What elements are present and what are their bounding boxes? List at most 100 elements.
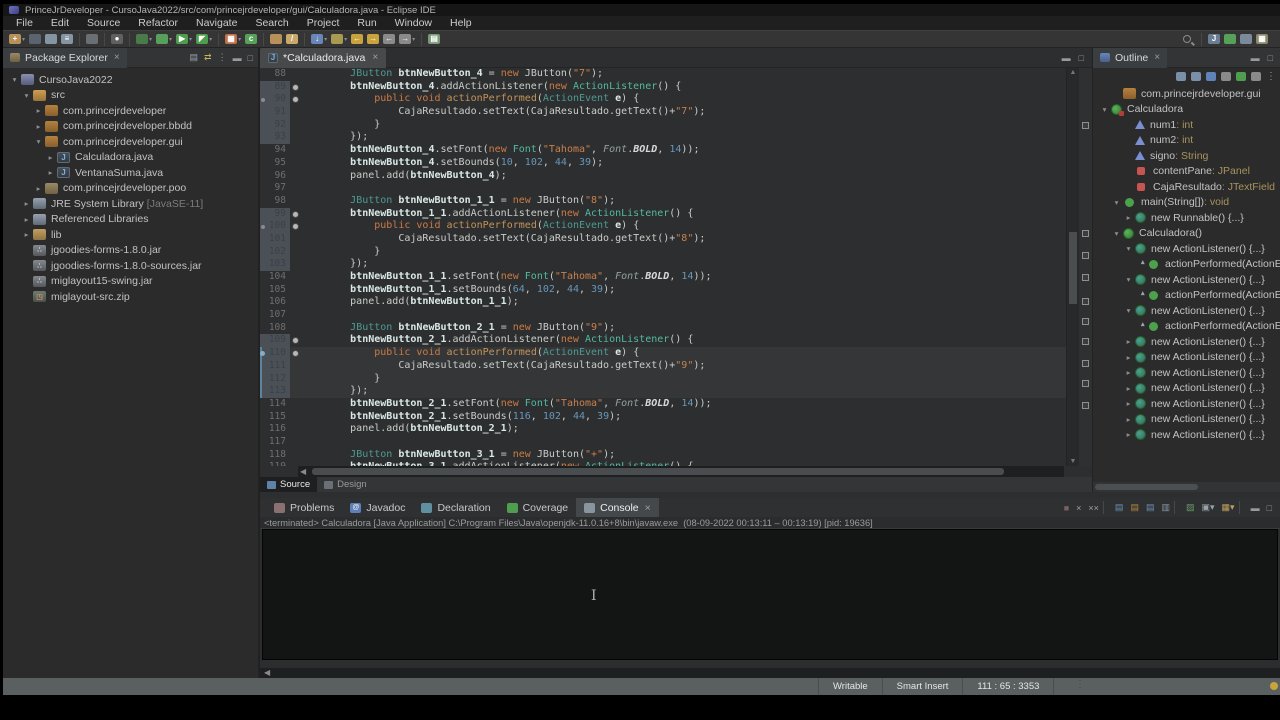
code-line-115[interactable]: 115 btnNewButton_2_1.setBounds(116, 102,… [260,411,1094,424]
menu-window[interactable]: Window [386,17,441,29]
code-line-94[interactable]: 94 btnNewButton_4.setFont(new Font("Taho… [260,144,1094,157]
tree-item-new-actionlistener-[interactable]: ▸ new ActionListener() {...} [1093,350,1280,366]
tree-item-new-actionlistener-[interactable]: ▸ new ActionListener() {...} [1093,427,1280,443]
forward-button[interactable]: → ▾ [398,32,416,47]
code-text[interactable]: panel.add(btnNewButton_2_1); [302,423,1094,436]
code-text[interactable]: }); [302,258,1094,271]
line-number[interactable]: 100 [260,220,290,233]
code-line-93[interactable]: 93 }); [260,131,1094,145]
fold-gutter[interactable] [290,423,302,436]
line-number[interactable]: 116 [260,423,290,436]
code-text[interactable]: CajaResultado.setText(CajaResultado.getT… [302,360,1094,373]
code-text[interactable]: public void actionPerformed(ActionEvent … [302,347,1094,360]
annotation-mark-icon[interactable] [1082,274,1089,281]
annotation-mark-icon[interactable] [1082,298,1089,305]
scroll-up-icon[interactable]: ▲ [1067,69,1079,76]
console-output[interactable]: I [262,529,1278,660]
tab-package-explorer[interactable]: Package Explorer × [3,47,127,68]
line-number[interactable]: 107 [260,309,290,322]
clear-console-icon[interactable]: ▨ [1186,502,1195,513]
close-icon[interactable]: × [1154,52,1160,63]
expand-arrow-icon[interactable]: ▾ [20,91,33,100]
scroll-lock-icon[interactable]: ▤ [1146,502,1155,513]
console-horizontal-scrollbar[interactable]: ◀ [260,668,1280,678]
code-line-111[interactable]: 111 CajaResultado.setText(CajaResultado.… [260,359,1094,373]
annotation-mark-icon[interactable] [1082,252,1089,259]
run-button[interactable]: ▶ ▾ [175,32,193,47]
code-text[interactable]: btnNewButton_4.setFont(new Font("Tahoma"… [302,144,1094,157]
remove-launch-icon[interactable]: × [1076,503,1081,513]
code-text[interactable] [302,436,1094,449]
line-number[interactable]: 99 [260,207,290,221]
fold-gutter[interactable] [290,385,302,398]
fold-gutter[interactable] [290,233,302,246]
terminate-icon[interactable]: ■ [1064,503,1069,513]
code-line-100[interactable]: 100 public void actionPerformed(ActionEv… [260,220,1094,233]
tree-item-contentpane[interactable]: contentPane : JPanel [1093,164,1280,180]
tree-item-main-string-[interactable]: ▾ main(String[]) : void [1093,195,1280,211]
tree-item-new-actionlistener-[interactable]: ▸ new ActionListener() {...} [1093,381,1280,397]
expand-arrow-icon[interactable]: ▸ [32,106,45,115]
code-line-113[interactable]: 113 }); [260,385,1094,398]
tree-item-jgoodies-forms-1-8-0-jar[interactable]: jgoodies-forms-1.8.0.jar [3,243,258,259]
code-line-95[interactable]: 95 btnNewButton_4.setBounds(10, 102, 44,… [260,157,1094,170]
code-line-107[interactable]: 107 [260,309,1094,322]
annotate-button[interactable]: / [285,32,299,47]
tree-item-referenced-libraries[interactable]: ▸ Referenced Libraries [3,212,258,228]
line-number[interactable]: 95 [260,157,290,170]
code-text[interactable]: } [302,246,1094,259]
save-all-button[interactable]: ≡ [60,32,74,47]
outline-horizontal-scrollbar[interactable] [1093,482,1280,492]
expand-arrow-icon[interactable]: ▾ [1122,275,1135,284]
line-number[interactable]: 108 [260,322,290,335]
open-editor-button[interactable]: ▤ [427,32,441,47]
expand-arrow-icon[interactable]: ▸ [20,215,33,224]
annotation-mark-icon[interactable] [1082,380,1089,387]
fold-gutter[interactable] [290,144,302,157]
annotation-mark-icon[interactable] [1082,402,1089,409]
code-line-106[interactable]: 106 panel.add(btnNewButton_1_1); [260,296,1094,309]
fold-gutter[interactable] [290,271,302,284]
tab-problems[interactable]: Problems [266,498,342,517]
remove-all-launches-icon[interactable]: ×× [1088,503,1099,513]
view-menu-icon[interactable]: ⋮ [1266,71,1276,82]
code-line-92[interactable]: 92 } [260,118,1094,132]
tree-item-com-princejrdeveloper-gui[interactable]: com.princejrdeveloper.gui [1093,86,1280,102]
tree-item-new-actionlistener-[interactable]: ▸ new ActionListener() {...} [1093,396,1280,412]
menu-search[interactable]: Search [246,17,297,29]
jump-to-button[interactable]: ↓ ▾ [310,32,328,47]
back-history-button[interactable]: ← [350,32,364,47]
tree-item-lib[interactable]: ▸ lib [3,227,258,243]
line-number[interactable]: 104 [260,271,290,284]
expand-arrow-icon[interactable]: ▸ [1122,430,1135,439]
new-wizard-button[interactable]: + ▾ [8,32,26,47]
fold-marker-icon[interactable] [290,208,302,221]
minimize-icon[interactable]: ▬ [1251,503,1260,513]
code-text[interactable]: btnNewButton_2_1.setFont(new Font("Tahom… [302,398,1094,411]
fold-gutter[interactable] [290,436,302,449]
code-text[interactable]: btnNewButton_1_1.setBounds(64, 102, 44, … [302,284,1094,297]
maximize-icon[interactable]: □ [1079,53,1086,63]
tree-item-actionperformed-actionevent-e-[interactable]: actionPerformed(ActionEvent e) [1093,319,1280,335]
tree-item-com-princejrdeveloper[interactable]: ▸ com.princejrdeveloper [3,103,258,119]
tree-item-jgoodies-forms-1-8-0-sources-j[interactable]: jgoodies-forms-1.8.0-sources.jar [3,258,258,274]
fold-gutter[interactable] [290,296,302,309]
code-line-112[interactable]: 112 } [260,372,1094,386]
tree-item-cursojava2022[interactable]: ▾ CursoJava2022 [3,72,258,88]
code-line-117[interactable]: 117 [260,436,1094,449]
code-line-91[interactable]: 91 CajaResultado.setText(CajaResultado.g… [260,106,1094,119]
new-window-button[interactable] [28,32,42,47]
fold-gutter[interactable] [290,411,302,424]
line-number[interactable]: 97 [260,182,290,195]
tree-item-com-princejrdeveloper-poo[interactable]: ▸ com.princejrdeveloper.poo [3,181,258,197]
close-icon[interactable]: × [372,52,378,63]
fold-gutter[interactable] [290,449,302,462]
menu-source[interactable]: Source [78,17,129,29]
expand-arrow-icon[interactable]: ▸ [1122,213,1135,222]
code-text[interactable]: panel.add(btnNewButton_4); [302,170,1094,183]
menu-refactor[interactable]: Refactor [129,17,187,29]
line-number[interactable]: 101 [260,232,290,246]
tree-item-new-actionlistener-[interactable]: ▾ new ActionListener() {...} [1093,241,1280,257]
annotation-mark-icon[interactable] [1082,318,1089,325]
tab-calculadora-java[interactable]: *Calculadora.java × [260,47,387,68]
